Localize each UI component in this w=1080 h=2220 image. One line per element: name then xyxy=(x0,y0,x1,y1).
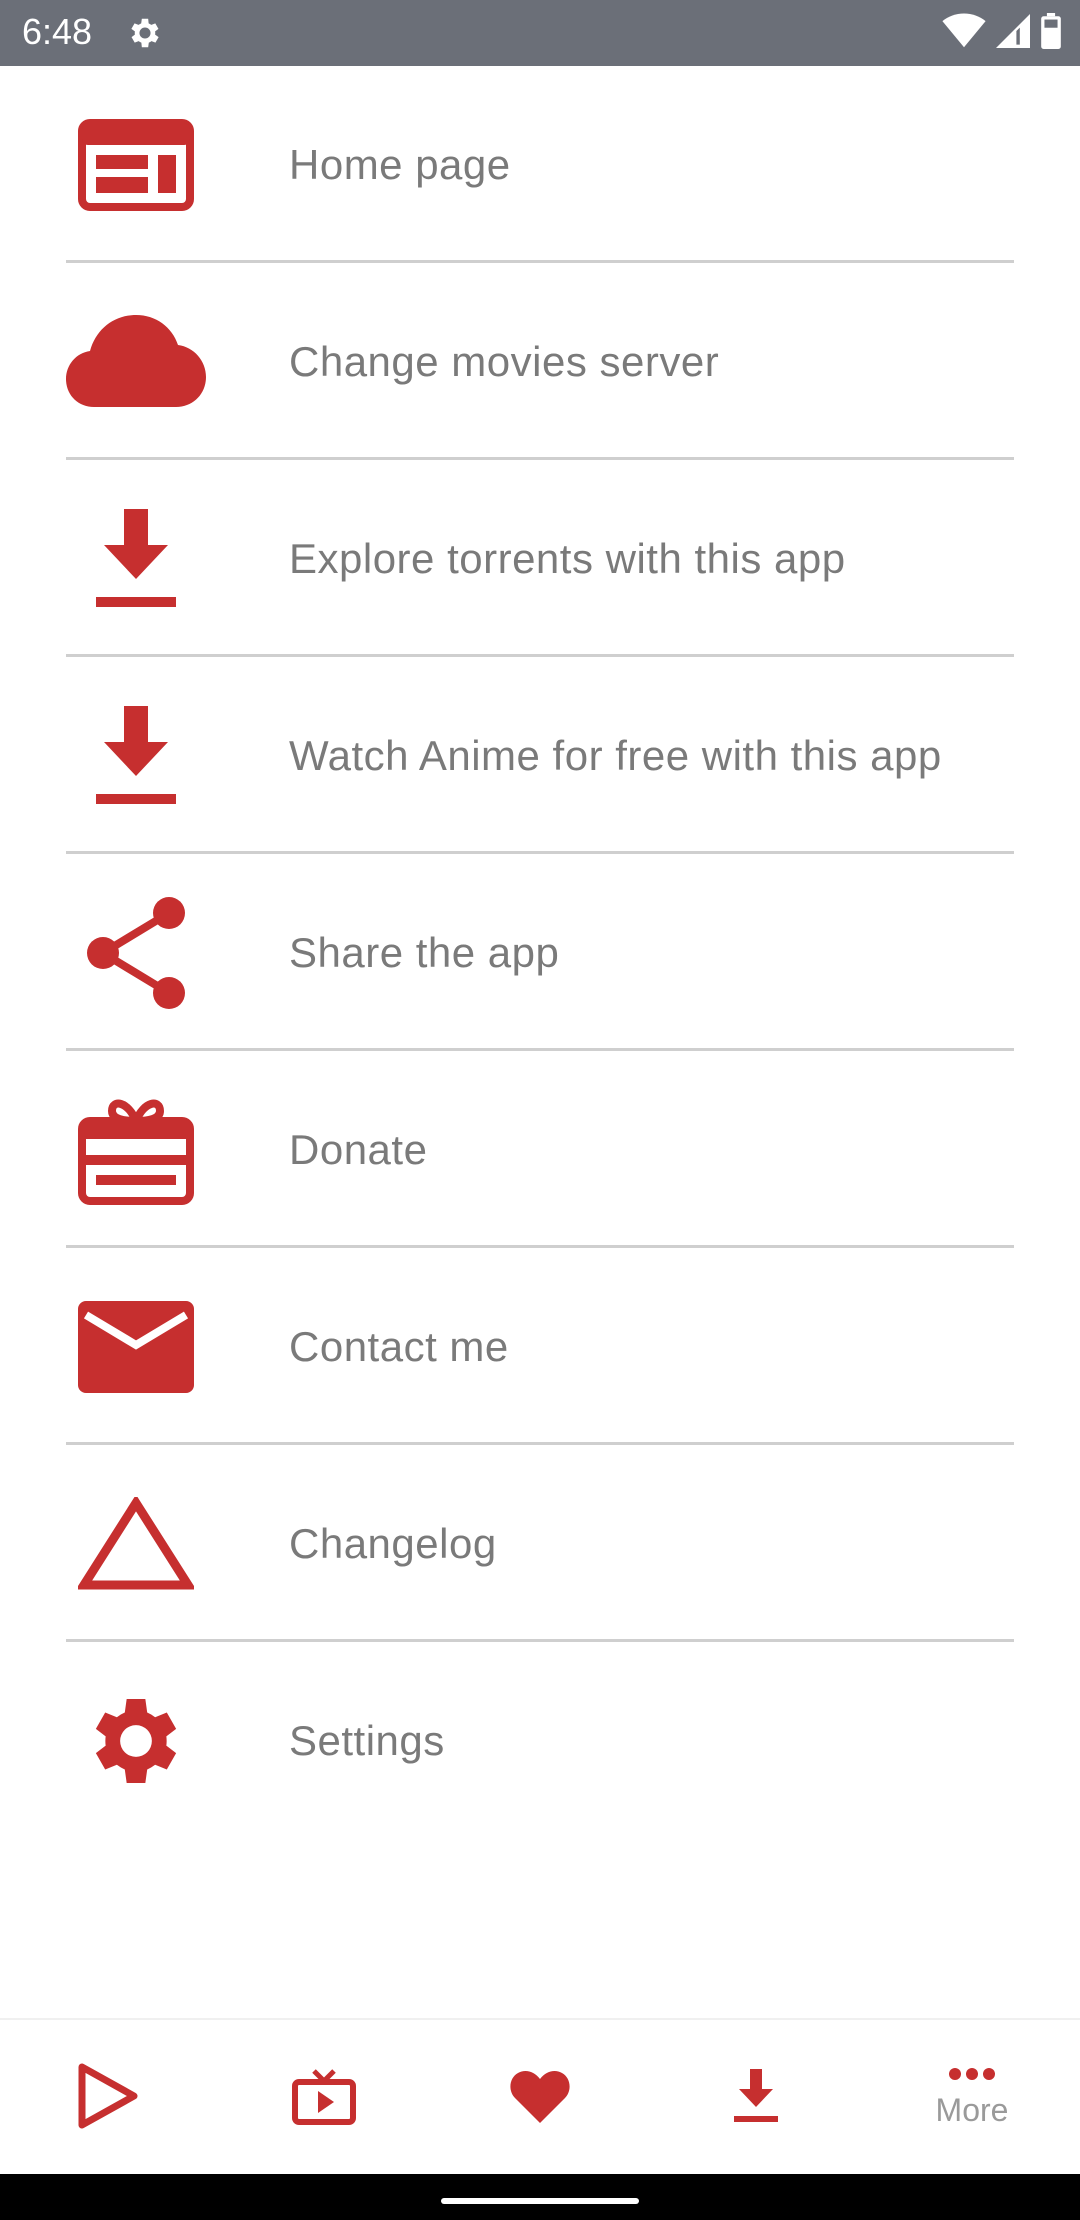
menu-item-contact-me[interactable]: Contact me xyxy=(0,1248,1080,1445)
bottom-navigation: More xyxy=(0,2018,1080,2174)
menu-item-label: Change movies server xyxy=(289,337,720,385)
play-icon xyxy=(76,2061,140,2136)
menu-item-label: Contact me xyxy=(289,1322,509,1370)
nav-downloads[interactable] xyxy=(648,2020,864,2176)
download-icon xyxy=(734,2068,778,2128)
share-icon xyxy=(66,893,206,1013)
nav-favorites[interactable] xyxy=(432,2020,648,2176)
gift-icon xyxy=(66,1090,206,1210)
menu-item-label: Explore torrents with this app xyxy=(289,534,846,582)
menu-item-label: Home page xyxy=(289,140,511,188)
status-icons xyxy=(942,12,1062,54)
tv-icon xyxy=(292,2067,356,2130)
menu-item-label: Watch Anime for free with this app xyxy=(289,731,942,779)
menu-item-explore-torrents[interactable]: Explore torrents with this app xyxy=(0,460,1080,657)
more-icon xyxy=(949,2067,995,2086)
status-bar: 6:48 xyxy=(0,0,1080,66)
menu-item-label: Share the app xyxy=(289,928,560,976)
status-time: 6:48 xyxy=(22,11,93,52)
signal-icon xyxy=(996,13,1030,54)
gear-icon xyxy=(66,1681,206,1801)
settings-status-icon xyxy=(126,14,164,52)
triangle-icon xyxy=(66,1484,206,1604)
nav-more-label: More xyxy=(935,2092,1009,2128)
heart-icon xyxy=(510,2069,570,2128)
battery-icon xyxy=(1040,12,1062,54)
menu-item-label: Settings xyxy=(289,1716,445,1764)
nav-play[interactable] xyxy=(0,2020,216,2176)
menu-item-settings[interactable]: Settings xyxy=(0,1642,1080,1839)
cloud-icon xyxy=(66,302,206,422)
nav-tv[interactable] xyxy=(216,2020,432,2176)
menu-item-label: Donate xyxy=(289,1125,428,1173)
menu-item-home-page[interactable]: Home page xyxy=(0,66,1080,263)
menu-item-donate[interactable]: Donate xyxy=(0,1051,1080,1248)
mail-icon xyxy=(66,1287,206,1407)
download-icon xyxy=(66,499,206,619)
menu-list: Home page Change movies server Explore t… xyxy=(0,66,1080,1839)
menu-item-change-movies-server[interactable]: Change movies server xyxy=(0,263,1080,460)
download-icon xyxy=(66,696,206,816)
home-gesture-handle[interactable] xyxy=(441,2198,639,2204)
system-navigation-bar xyxy=(0,2174,1080,2220)
menu-item-share-the-app[interactable]: Share the app xyxy=(0,854,1080,1051)
home-page-icon xyxy=(66,105,206,225)
menu-item-changelog[interactable]: Changelog xyxy=(0,1445,1080,1642)
menu-item-watch-anime[interactable]: Watch Anime for free with this app xyxy=(0,657,1080,854)
menu-item-label: Changelog xyxy=(289,1519,497,1567)
wifi-icon xyxy=(942,13,986,54)
nav-more[interactable]: More xyxy=(864,2020,1080,2176)
